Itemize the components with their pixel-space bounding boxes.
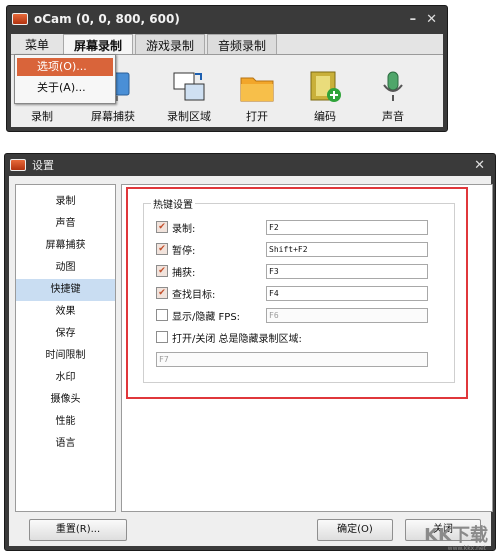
settings-title-bar[interactable]: 设置 ✕ bbox=[5, 154, 495, 176]
encode-button[interactable]: 编码 bbox=[289, 57, 361, 127]
microphone-icon bbox=[383, 71, 403, 101]
sound-label: 声音 bbox=[382, 110, 404, 123]
ocam-app-icon bbox=[12, 13, 28, 25]
film-add-icon bbox=[310, 71, 341, 102]
hotkey-group: 热键设置 ✔ 录制: F2 ✔ 暂停: Shift+F2 ✔ 捕获: F3 ✔ … bbox=[143, 196, 455, 383]
hotkey-row-pause: ✔ 暂停: bbox=[156, 242, 196, 257]
sidebar-item-performance[interactable]: 性能 bbox=[16, 411, 115, 433]
hotkey-row-record: ✔ 录制: bbox=[156, 220, 196, 235]
fps-hotkey-label: 显示/隐藏 FPS: bbox=[172, 311, 241, 323]
screen-capture-label: 屏幕捕获 bbox=[91, 110, 135, 123]
record-hotkey-checkbox[interactable]: ✔ bbox=[156, 221, 168, 233]
tab-game-record[interactable]: 游戏录制 bbox=[135, 34, 206, 54]
hotkey-row-fps: 显示/隐藏 FPS: bbox=[156, 308, 241, 323]
settings-body: 录制 声音 屏幕捕获 动图 快捷键 效果 保存 时间限制 水印 摄像头 性能 语… bbox=[9, 176, 493, 546]
record-label: 录制 bbox=[31, 110, 53, 123]
sidebar-item-webcam[interactable]: 摄像头 bbox=[16, 389, 115, 411]
ocam-main-window: oCam (0, 0, 800, 600) – ✕ 菜单 屏幕录制 游戏录制 音… bbox=[6, 5, 448, 132]
fps-hotkey-field[interactable]: F6 bbox=[266, 308, 428, 323]
find-target-hotkey-field[interactable]: F4 bbox=[266, 286, 428, 301]
hide-region-hotkey-field[interactable]: F7 bbox=[156, 352, 428, 367]
sidebar-item-language[interactable]: 语言 bbox=[16, 433, 115, 455]
ocam-title-bar[interactable]: oCam (0, 0, 800, 600) – ✕ bbox=[7, 6, 447, 32]
capture-hotkey-label: 捕获: bbox=[172, 267, 196, 279]
settings-sidebar: 录制 声音 屏幕捕获 动图 快捷键 效果 保存 时间限制 水印 摄像头 性能 语… bbox=[15, 184, 116, 512]
close-icon[interactable]: ✕ bbox=[474, 158, 495, 173]
capture-hotkey-field[interactable]: F3 bbox=[266, 264, 428, 279]
find-target-hotkey-checkbox[interactable]: ✔ bbox=[156, 287, 168, 299]
watermark-url: www.kkx.net bbox=[447, 545, 486, 552]
sidebar-item-save[interactable]: 保存 bbox=[16, 323, 115, 345]
hotkey-panel: 热键设置 ✔ 录制: F2 ✔ 暂停: Shift+F2 ✔ 捕获: F3 ✔ … bbox=[121, 184, 493, 512]
menu-item-options[interactable]: 选项(O)... bbox=[17, 58, 113, 76]
sidebar-item-record[interactable]: 录制 bbox=[16, 191, 115, 213]
menu-item-about[interactable]: 关于(A)... bbox=[17, 79, 113, 97]
record-region-button[interactable]: 录制区域 bbox=[153, 57, 225, 127]
pause-hotkey-field[interactable]: Shift+F2 bbox=[266, 242, 428, 257]
record-region-label: 录制区域 bbox=[167, 110, 211, 123]
hide-region-hotkey-label: 打开/关闭 总是隐藏录制区域: bbox=[172, 333, 302, 345]
settings-app-icon bbox=[10, 159, 26, 171]
settings-title: 设置 bbox=[32, 159, 54, 172]
tab-screen-record[interactable]: 屏幕录制 bbox=[63, 34, 134, 54]
highlight-frame: 热键设置 ✔ 录制: F2 ✔ 暂停: Shift+F2 ✔ 捕获: F3 ✔ … bbox=[126, 187, 468, 399]
sound-button[interactable]: 声音 bbox=[361, 57, 425, 127]
watermark-logo: KK下载 bbox=[424, 525, 488, 546]
reset-button[interactable]: 重置(R)... bbox=[29, 519, 127, 541]
open-label: 打开 bbox=[246, 110, 268, 123]
sidebar-item-screen-capture[interactable]: 屏幕捕获 bbox=[16, 235, 115, 257]
minimize-icon[interactable]: – bbox=[410, 12, 417, 27]
record-hotkey-field[interactable]: F2 bbox=[266, 220, 428, 235]
settings-window: 设置 ✕ 录制 声音 屏幕捕获 动图 快捷键 效果 保存 时间限制 水印 摄像头… bbox=[4, 153, 496, 551]
sidebar-item-sound[interactable]: 声音 bbox=[16, 213, 115, 235]
sidebar-item-effects[interactable]: 效果 bbox=[16, 301, 115, 323]
window-title: oCam (0, 0, 800, 600) bbox=[34, 12, 180, 26]
open-button[interactable]: 打开 bbox=[225, 57, 289, 127]
tab-audio-record[interactable]: 音频录制 bbox=[207, 34, 278, 54]
find-target-hotkey-label: 查找目标: bbox=[172, 289, 216, 301]
close-icon[interactable]: ✕ bbox=[426, 12, 437, 27]
menu-dropdown: 选项(O)... 关于(A)... bbox=[14, 54, 116, 104]
main-tabs: 菜单 屏幕录制 游戏录制 音频录制 bbox=[11, 34, 443, 55]
sidebar-item-watermark[interactable]: 水印 bbox=[16, 367, 115, 389]
ocam-body: 菜单 屏幕录制 游戏录制 音频录制 录制 屏幕捕获 录制区域 打开 编码 声音 … bbox=[11, 34, 443, 127]
pause-hotkey-label: 暂停: bbox=[172, 245, 196, 257]
hotkey-group-title: 热键设置 bbox=[151, 196, 195, 211]
hotkey-row-hide-region: 打开/关闭 总是隐藏录制区域: bbox=[156, 330, 302, 345]
region-icon bbox=[173, 72, 205, 101]
ok-button[interactable]: 确定(O) bbox=[317, 519, 393, 541]
sidebar-item-gif[interactable]: 动图 bbox=[16, 257, 115, 279]
folder-icon bbox=[240, 77, 274, 102]
tab-menu[interactable]: 菜单 bbox=[11, 34, 61, 54]
hotkey-row-find-target: ✔ 查找目标: bbox=[156, 286, 216, 301]
fps-hotkey-checkbox[interactable] bbox=[156, 309, 168, 321]
sidebar-item-time-limit[interactable]: 时间限制 bbox=[16, 345, 115, 367]
hide-region-hotkey-checkbox[interactable] bbox=[156, 331, 168, 343]
record-hotkey-label: 录制: bbox=[172, 223, 196, 235]
encode-label: 编码 bbox=[314, 110, 336, 123]
capture-hotkey-checkbox[interactable]: ✔ bbox=[156, 265, 168, 277]
pause-hotkey-checkbox[interactable]: ✔ bbox=[156, 243, 168, 255]
hotkey-row-capture: ✔ 捕获: bbox=[156, 264, 196, 279]
sidebar-item-hotkeys[interactable]: 快捷键 bbox=[16, 279, 115, 301]
